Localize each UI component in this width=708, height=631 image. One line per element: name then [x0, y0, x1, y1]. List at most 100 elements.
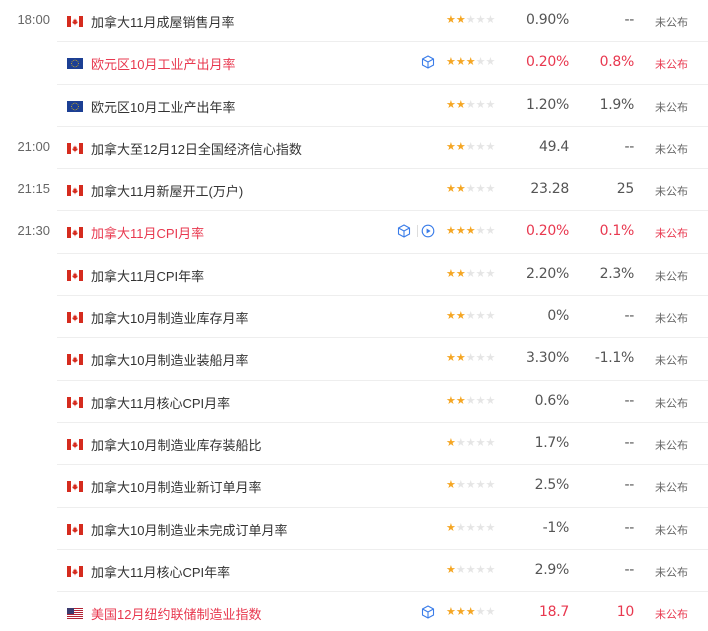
- actual-value: 0.20%: [526, 223, 569, 240]
- star-icon: ★: [475, 183, 486, 196]
- star-icon: ★: [485, 267, 496, 280]
- publish-status: 未公布: [655, 482, 688, 495]
- calendar-row[interactable]: 18:00 加拿大11月成屋销售月率 ★★★★★ 0.90% -- 未公布: [17, 0, 708, 43]
- star-icon: ★: [485, 183, 496, 196]
- actual-value: 0.6%: [534, 392, 570, 409]
- ca-flag-icon: [67, 310, 83, 324]
- star-icon: ★: [475, 563, 486, 576]
- importance-stars: ★★★★★: [446, 351, 495, 364]
- actual-value: 18.7: [539, 604, 569, 621]
- star-icon: ★: [485, 394, 496, 407]
- star-icon: ★: [465, 563, 476, 576]
- star-icon: ★: [485, 352, 496, 365]
- event-name[interactable]: 加拿大11月核心CPI月率: [91, 393, 230, 412]
- event-name[interactable]: 加拿大10月制造业未完成订单月率: [91, 520, 287, 539]
- star-icon: ★: [455, 14, 466, 26]
- publish-status: 未公布: [655, 524, 688, 537]
- star-icon: ★: [455, 436, 466, 449]
- calendar-row[interactable]: 加拿大11月核心CPI年率 ★★★★★ 2.9% -- 未公布: [57, 550, 708, 593]
- actual-value: 3.30%: [526, 350, 569, 367]
- star-icon: ★: [465, 267, 476, 280]
- calendar-row[interactable]: 欧元区10月工业产出年率 ★★★★★ 1.20% 1.9% 未公布: [57, 85, 708, 127]
- calendar-row[interactable]: 加拿大10月制造业装船月率 ★★★★★ 3.30% -1.1% 未公布: [57, 338, 708, 381]
- star-icon: ★: [455, 225, 466, 238]
- star-icon: ★: [485, 310, 496, 323]
- event-name[interactable]: 加拿大11月CPI年率: [91, 266, 204, 285]
- publish-status: 未公布: [655, 17, 688, 29]
- star-icon: ★: [446, 394, 456, 407]
- us-flag-icon: [67, 606, 83, 620]
- event-name[interactable]: 加拿大10月制造业装船月率: [91, 350, 248, 369]
- actual-value: 2.5%: [534, 477, 570, 494]
- star-icon: ★: [446, 14, 456, 26]
- calendar-row[interactable]: 加拿大11月CPI年率 ★★★★★ 2.20% 2.3% 未公布: [57, 254, 708, 297]
- star-icon: ★: [485, 140, 496, 153]
- star-icon: ★: [455, 521, 466, 534]
- publish-status: 未公布: [655, 143, 688, 156]
- cube-icon[interactable]: [421, 55, 435, 69]
- previous-value: 0.1%: [599, 223, 635, 240]
- star-icon: ★: [485, 606, 496, 619]
- event-name[interactable]: 欧元区10月工业产出年率: [91, 97, 235, 116]
- previous-value: -1.1%: [594, 350, 634, 367]
- star-icon: ★: [475, 436, 486, 449]
- star-icon: ★: [446, 521, 456, 534]
- event-name[interactable]: 加拿大11月CPI月率: [91, 223, 204, 242]
- calendar-row[interactable]: 加拿大10月制造业新订单月率 ★★★★★ 2.5% -- 未公布: [57, 465, 708, 508]
- star-icon: ★: [446, 436, 456, 449]
- calendar-row[interactable]: 21:15 加拿大11月新屋开工(万户) ★★★★★ 23.28 25 未公布: [17, 169, 708, 212]
- star-icon: ★: [465, 56, 476, 69]
- event-time: 21:00: [17, 138, 50, 154]
- actual-value: 1.7%: [534, 434, 570, 451]
- event-name[interactable]: 加拿大10月制造业新订单月率: [91, 477, 261, 496]
- importance-stars: ★★★★★: [446, 605, 495, 618]
- event-name[interactable]: 加拿大10月制造业库存装船比: [91, 435, 261, 454]
- publish-status: 未公布: [655, 59, 688, 72]
- previous-value: 0.8%: [599, 54, 635, 71]
- cube-icon[interactable]: [397, 224, 411, 239]
- ca-flag-icon: [67, 268, 83, 281]
- importance-stars: ★★★★★: [446, 436, 495, 449]
- event-name[interactable]: 加拿大11月核心CPI年率: [91, 562, 230, 581]
- calendar-row[interactable]: 加拿大10月制造业库存装船比 ★★★★★ 1.7% -- 未公布: [57, 423, 708, 466]
- star-icon: ★: [455, 479, 466, 492]
- calendar-row[interactable]: 欧元区10月工业产出月率 ★★★★★ 0.20% 0.8% 未公布: [57, 42, 708, 85]
- actual-value: 0.20%: [526, 54, 569, 71]
- event-time: 18:00: [17, 12, 50, 27]
- importance-stars: ★★★★★: [446, 478, 495, 491]
- calendar-row[interactable]: 加拿大10月制造业库存月率 ★★★★★ 0% -- 未公布: [57, 296, 708, 339]
- event-name[interactable]: 加拿大至12月12日全国经济信心指数: [91, 139, 302, 158]
- importance-stars: ★★★★★: [446, 224, 495, 237]
- cube-icon[interactable]: [421, 605, 435, 619]
- event-name[interactable]: 美国12月纽约联储制造业指数: [91, 604, 261, 623]
- event-name[interactable]: 加拿大11月成屋销售月率: [91, 12, 235, 31]
- event-name[interactable]: 加拿大11月新屋开工(万户): [91, 181, 243, 200]
- event-icons: [387, 55, 435, 71]
- star-icon: ★: [465, 183, 476, 196]
- calendar-row[interactable]: 21:00 加拿大至12月12日全国经济信心指数 ★★★★★ 49.4 -- 未公布: [17, 127, 708, 170]
- star-icon: ★: [446, 352, 456, 365]
- calendar-row[interactable]: 加拿大10月制造业未完成订单月率 ★★★★★ -1% -- 未公布: [57, 508, 708, 550]
- star-icon: ★: [475, 98, 486, 111]
- calendar-row[interactable]: 加拿大11月核心CPI月率 ★★★★★ 0.6% -- 未公布: [57, 381, 708, 423]
- time-column: [0, 0, 57, 631]
- star-icon: ★: [465, 436, 476, 449]
- star-icon: ★: [465, 606, 476, 619]
- actual-value: -1%: [542, 519, 570, 536]
- ca-flag-icon: [67, 479, 83, 493]
- star-icon: ★: [446, 563, 456, 576]
- publish-status: 未公布: [655, 397, 688, 410]
- event-name[interactable]: 欧元区10月工业产出月率: [91, 54, 235, 73]
- previous-value: 2.3%: [599, 265, 635, 282]
- star-icon: ★: [485, 479, 496, 492]
- star-icon: ★: [455, 267, 466, 280]
- importance-stars: ★★★★★: [446, 55, 495, 68]
- calendar-row[interactable]: 美国12月纽约联储制造业指数 ★★★★★ 18.7 10 未公布: [57, 592, 708, 631]
- previous-value: --: [624, 392, 634, 409]
- event-name[interactable]: 加拿大10月制造业库存月率: [91, 308, 248, 327]
- calendar-row[interactable]: 21:30 加拿大11月CPI月率 ★★★★★ 0.20% 0.1% 未公布: [17, 211, 708, 254]
- star-icon: ★: [465, 521, 476, 534]
- play-icon[interactable]: [421, 224, 435, 238]
- star-icon: ★: [475, 394, 486, 407]
- star-icon: ★: [485, 14, 496, 26]
